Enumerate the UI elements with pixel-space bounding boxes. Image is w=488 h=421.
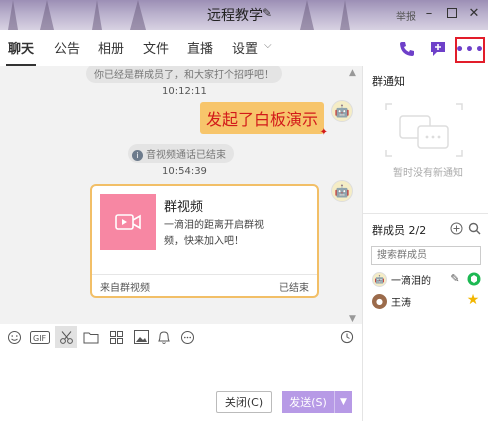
add-member-button[interactable]	[449, 221, 463, 235]
svg-text:GIF: GIF	[33, 334, 47, 343]
member-name: 一滴泪的	[391, 275, 431, 287]
avatar: 🤖	[372, 271, 387, 287]
tab-chat[interactable]: 聊天	[8, 38, 34, 57]
tab-files[interactable]: 文件	[143, 38, 169, 57]
members-title: 群成员 2/2	[372, 224, 427, 237]
close-chat-button[interactable]: 关闭(C)	[216, 391, 272, 413]
card-divider	[92, 274, 317, 275]
folder-button[interactable]	[80, 326, 102, 348]
member-search-input[interactable]	[371, 246, 481, 265]
minimize-button[interactable]: –	[420, 4, 438, 22]
sender-avatar[interactable]: 🤖	[331, 100, 353, 122]
image-button[interactable]	[130, 326, 152, 348]
call-ended-notice: i 音视频通话已结束	[128, 144, 234, 163]
sender-avatar[interactable]: 🤖	[331, 180, 353, 202]
add-message-icon	[431, 42, 445, 56]
tab-album[interactable]: 相册	[98, 38, 124, 57]
tree-decoration	[40, 0, 54, 30]
gif-button[interactable]: GIF	[27, 326, 53, 348]
card-source: 来自群视频	[100, 283, 150, 294]
bell-icon	[158, 330, 170, 344]
panel-separator	[363, 213, 488, 214]
edit-title-icon[interactable]: ✎	[262, 6, 272, 20]
screenshot-button[interactable]	[55, 326, 77, 348]
member-name: 王涛	[391, 297, 411, 309]
add-member-icon	[450, 222, 462, 234]
timestamp: 10:12:11	[162, 86, 207, 97]
edit-icon[interactable]: ✎	[448, 271, 462, 285]
avatar: ●	[372, 293, 387, 309]
tab-bar: 聊天 公告 相册 文件 直播 设置 ⌵	[0, 38, 360, 66]
phone-icon	[400, 42, 414, 56]
timestamp: 10:54:39	[162, 166, 207, 177]
tree-decoration	[130, 0, 146, 30]
video-camera-icon	[115, 214, 141, 230]
more-circle-icon	[180, 330, 194, 344]
tab-live[interactable]: 直播	[187, 38, 213, 57]
admin-badge-icon	[466, 271, 482, 287]
maximize-icon	[447, 8, 457, 18]
emoji-button[interactable]	[3, 326, 25, 348]
empty-notice-illustration	[385, 103, 463, 157]
scroll-up-icon[interactable]: ▲	[349, 68, 356, 78]
join-notice: 你已经是群成员了，和大家打个招呼吧！	[86, 66, 282, 83]
close-button[interactable]: ✕	[465, 4, 483, 22]
panel-divider	[362, 66, 363, 421]
send-button[interactable]: 发送(S) ▼	[282, 391, 352, 413]
tab-settings[interactable]: 设置	[232, 38, 258, 57]
whiteboard-message[interactable]: 发起了白板演示 ✦	[200, 102, 328, 138]
window-title: 远程教学	[207, 8, 263, 24]
gif-icon: GIF	[30, 330, 50, 344]
tree-decoration	[340, 0, 350, 30]
more-tools-button[interactable]	[176, 326, 198, 348]
title-bar: 远程教学 ✎ 举报 – ✕	[0, 0, 488, 30]
input-toolbar: GIF	[0, 326, 362, 350]
card-title: 群视频	[164, 200, 204, 215]
group-video-card[interactable]: 群视频 一滴泪的距离开启群视频，快来加入吧！ 来自群视频 已结束	[90, 184, 319, 298]
add-message-button[interactable]	[425, 37, 451, 61]
maximize-button[interactable]	[443, 4, 461, 22]
notice-title: 群通知	[372, 75, 405, 88]
chat-area[interactable]: 你已经是群成员了，和大家打个招呼吧！ 10:12:11 发起了白板演示 ✦ 🤖 …	[0, 66, 362, 324]
history-icon	[340, 330, 354, 344]
video-thumbnail	[100, 194, 156, 250]
folder-icon	[83, 332, 99, 343]
sparkle-icon: ✦	[319, 127, 328, 138]
scissors-icon	[59, 330, 73, 344]
more-icon: •••	[455, 42, 485, 58]
image-icon	[133, 330, 149, 344]
card-description: 一滴泪的距离开启群视频，快来加入吧！	[164, 220, 264, 247]
phone-button[interactable]	[394, 37, 420, 61]
whiteboard-message-text: 发起了白板演示	[205, 110, 318, 129]
history-button[interactable]	[336, 326, 358, 348]
message-input[interactable]	[0, 352, 362, 388]
apps-icon	[109, 330, 123, 344]
report-link[interactable]: 举报	[396, 8, 416, 23]
tab-announcement[interactable]: 公告	[54, 38, 80, 57]
info-icon: i	[132, 150, 143, 161]
search-members-button[interactable]	[467, 221, 481, 235]
call-ended-text: 音视频通话已结束	[146, 150, 226, 161]
tree-decoration	[92, 0, 102, 30]
chevron-down-icon[interactable]: ▼	[334, 391, 352, 413]
emoji-icon	[7, 330, 21, 344]
scroll-down-icon[interactable]: ▼	[349, 314, 356, 324]
more-button[interactable]: •••	[455, 37, 485, 63]
star-icon: ★	[466, 292, 480, 308]
tree-decoration	[300, 0, 314, 30]
search-icon	[468, 222, 480, 234]
chevron-down-icon[interactable]: ⌵	[264, 40, 272, 51]
tree-decoration	[8, 0, 18, 30]
empty-notice-text: 暂时没有新通知	[393, 168, 463, 179]
bell-button[interactable]	[153, 326, 175, 348]
send-label: 发送(S)	[289, 396, 327, 409]
apps-button[interactable]	[105, 326, 127, 348]
card-status: 已结束	[279, 283, 309, 294]
